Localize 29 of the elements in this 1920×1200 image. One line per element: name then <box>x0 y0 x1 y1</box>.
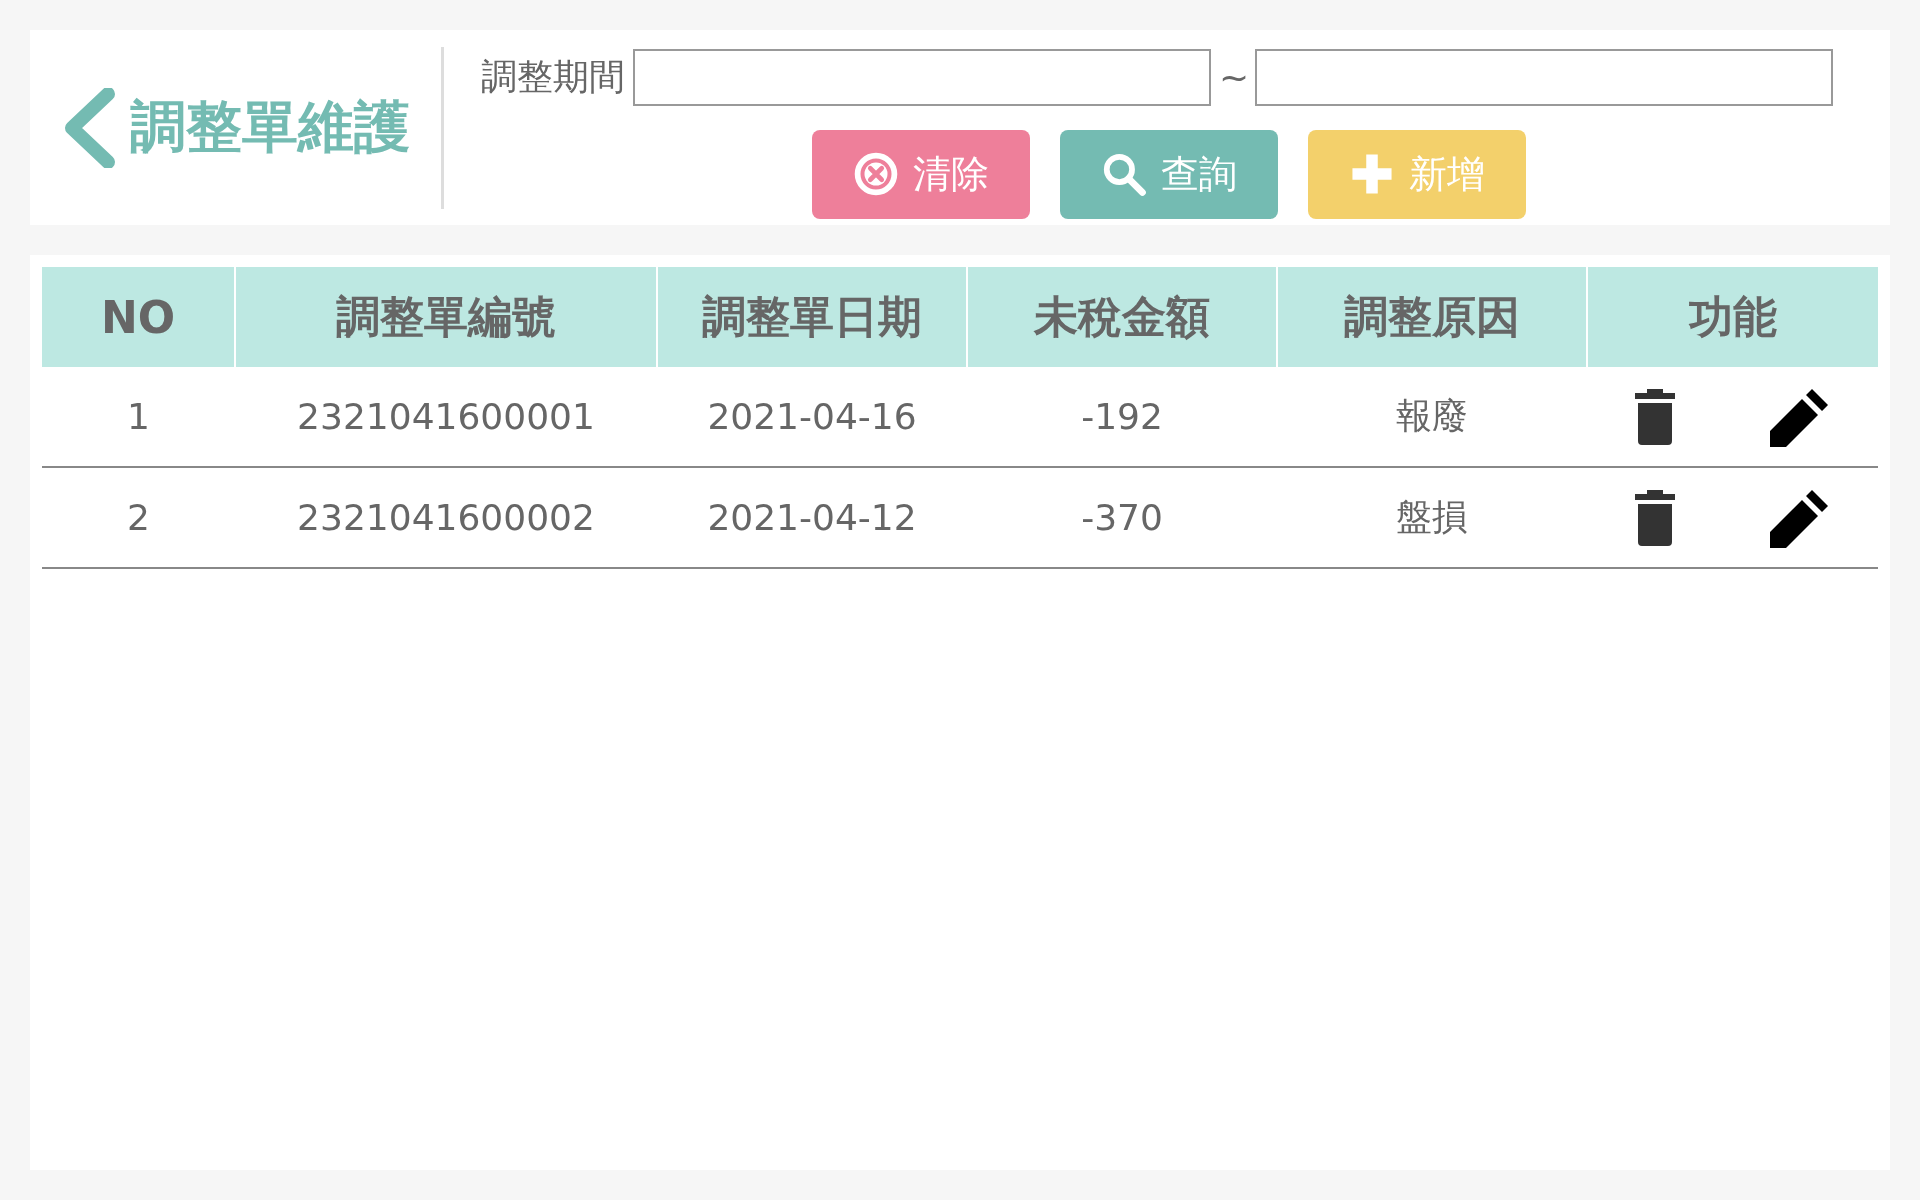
search-button[interactable]: 查詢 <box>1060 129 1278 219</box>
table-cell: 報廢 <box>1277 367 1587 467</box>
table-cell: -370 <box>967 467 1277 568</box>
clear-button[interactable]: 清除 <box>812 129 1030 219</box>
period-separator: ~ <box>1219 56 1247 98</box>
table-cell: 盤損 <box>1277 467 1587 568</box>
column-header: 調整單編號 <box>235 267 657 367</box>
table-cell: 1 <box>42 367 235 467</box>
table-cell: 2321041600001 <box>235 367 657 467</box>
page-title: 調整單維護 <box>130 92 410 161</box>
period-label: 調整期間 <box>481 54 625 99</box>
period-start-field[interactable] <box>633 48 1211 106</box>
plus-icon <box>1349 151 1395 197</box>
add-button[interactable]: 新增 <box>1308 129 1526 219</box>
period-end-field[interactable] <box>1255 48 1833 106</box>
search-icon <box>1101 151 1147 197</box>
table-cell: 2021-04-16 <box>657 367 967 467</box>
column-header: NO <box>42 267 235 367</box>
column-header: 功能 <box>1587 267 1878 367</box>
column-header: 調整原因 <box>1277 267 1587 367</box>
table-cell: -192 <box>967 367 1277 467</box>
delete-icon[interactable] <box>1633 386 1678 447</box>
table-cell: 2 <box>42 467 235 568</box>
table-cell: 2321041600002 <box>235 467 657 568</box>
table-cell: 2021-04-12 <box>657 467 967 568</box>
column-header: 未稅金額 <box>967 267 1277 367</box>
clear-circle-icon <box>853 151 899 197</box>
delete-icon[interactable] <box>1633 487 1678 548</box>
column-header: 調整單日期 <box>657 267 967 367</box>
